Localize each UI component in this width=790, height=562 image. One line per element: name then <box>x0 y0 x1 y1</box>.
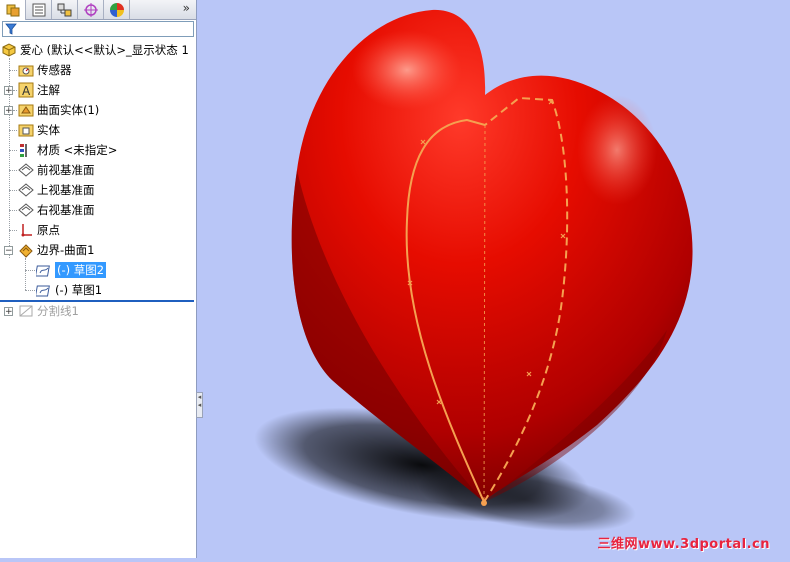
property-manager-tab[interactable] <box>26 0 52 19</box>
svg-text:A: A <box>22 84 31 98</box>
expand-panel-button[interactable]: » <box>183 1 190 15</box>
expand-split-line-toggle[interactable]: + <box>4 307 13 317</box>
filter-icon <box>5 23 17 35</box>
expand-surface-bodies-toggle[interactable]: + <box>4 106 13 116</box>
tree-item-front-plane[interactable]: 前视基准面 <box>18 160 95 180</box>
property-list-icon <box>32 3 45 16</box>
plane-icon <box>18 203 34 217</box>
crosshair-icon <box>83 2 98 17</box>
sketch-icon <box>36 265 50 277</box>
tree-item-label: 注解 <box>37 83 60 97</box>
surface-body-folder-icon <box>18 104 34 117</box>
dimxpert-tab[interactable] <box>78 0 104 19</box>
tree-item-label: 边界-曲面1 <box>37 243 95 257</box>
tree-root[interactable]: 爱心 (默认<<默认>_显示状态 1 <box>1 40 189 60</box>
configuration-manager-tab[interactable] <box>52 0 78 19</box>
tree-item-label: 原点 <box>37 223 60 237</box>
tree-item-label: (-) 草图1 <box>55 283 103 297</box>
tree-item-label: 分割线1 <box>37 304 79 318</box>
feature-tree-icon <box>6 4 19 17</box>
tree-item-label: (-) 草图2 <box>55 262 107 278</box>
collapse-boundary-surface-toggle[interactable]: − <box>4 246 13 256</box>
tree-item-material[interactable]: 材质 <未指定> <box>18 140 117 160</box>
expand-annotations-toggle[interactable]: + <box>4 86 13 96</box>
tree-item-right-plane[interactable]: 右视基准面 <box>18 200 95 220</box>
feature-manager-panel: » 爱心 (默认<<默认>_显示状态 1 传感器 + A 注解 + 曲面实体(1… <box>0 0 197 558</box>
tree-filter-bar[interactable] <box>2 21 194 37</box>
tree-item-label: 曲面实体(1) <box>37 103 100 117</box>
part-icon <box>2 43 16 57</box>
tree-item-top-plane[interactable]: 上视基准面 <box>18 180 95 200</box>
tree-item-label: 前视基准面 <box>37 163 95 177</box>
tree-item-label: 右视基准面 <box>37 203 95 217</box>
tree-item-sketch2[interactable]: (-) 草图2 <box>36 260 107 280</box>
panel-tabs: » <box>0 0 196 20</box>
split-line-icon <box>19 305 33 317</box>
tree-item-label: 材质 <未指定> <box>37 143 118 157</box>
tree-item-label: 实体 <box>37 123 60 137</box>
display-manager-tab[interactable] <box>104 0 130 19</box>
sketch-endpoint <box>481 500 487 506</box>
sketch-icon <box>36 285 50 297</box>
color-wheel-icon <box>109 2 124 17</box>
tree-item-sensors[interactable]: 传感器 <box>18 60 72 80</box>
sensor-folder-icon <box>18 65 34 77</box>
tree-item-origin[interactable]: 原点 <box>18 220 60 240</box>
tree-item-label: 传感器 <box>37 63 72 77</box>
plane-icon <box>18 163 34 177</box>
tree-item-surface-bodies[interactable]: 曲面实体(1) <box>18 100 99 120</box>
boundary-surface-icon <box>19 244 33 258</box>
tree-item-solid-bodies[interactable]: 实体 <box>18 120 60 140</box>
material-icon <box>20 144 27 157</box>
watermark-text: 三维网www.3dportal.cn <box>597 537 770 552</box>
configuration-icon <box>57 3 71 16</box>
solid-body-folder-icon <box>18 124 34 137</box>
tree-item-split-line[interactable]: 分割线1 <box>18 301 79 321</box>
tree-item-label: 上视基准面 <box>37 183 95 197</box>
tree-item-boundary-surface[interactable]: 边界-曲面1 <box>18 240 94 260</box>
tree-item-sketch1[interactable]: (-) 草图1 <box>36 280 102 300</box>
graphics-viewport[interactable]: 三维网www.3dportal.cn <box>197 0 790 558</box>
origin-icon <box>21 224 32 237</box>
heart-model <box>254 9 693 532</box>
feature-manager-tab[interactable] <box>0 0 26 20</box>
plane-icon <box>18 183 34 197</box>
annotation-icon: A <box>18 82 34 98</box>
tree-root-label: 爱心 (默认<<默认>_显示状态 1 <box>20 43 189 57</box>
tree-item-annotations[interactable]: A 注解 <box>18 80 60 100</box>
